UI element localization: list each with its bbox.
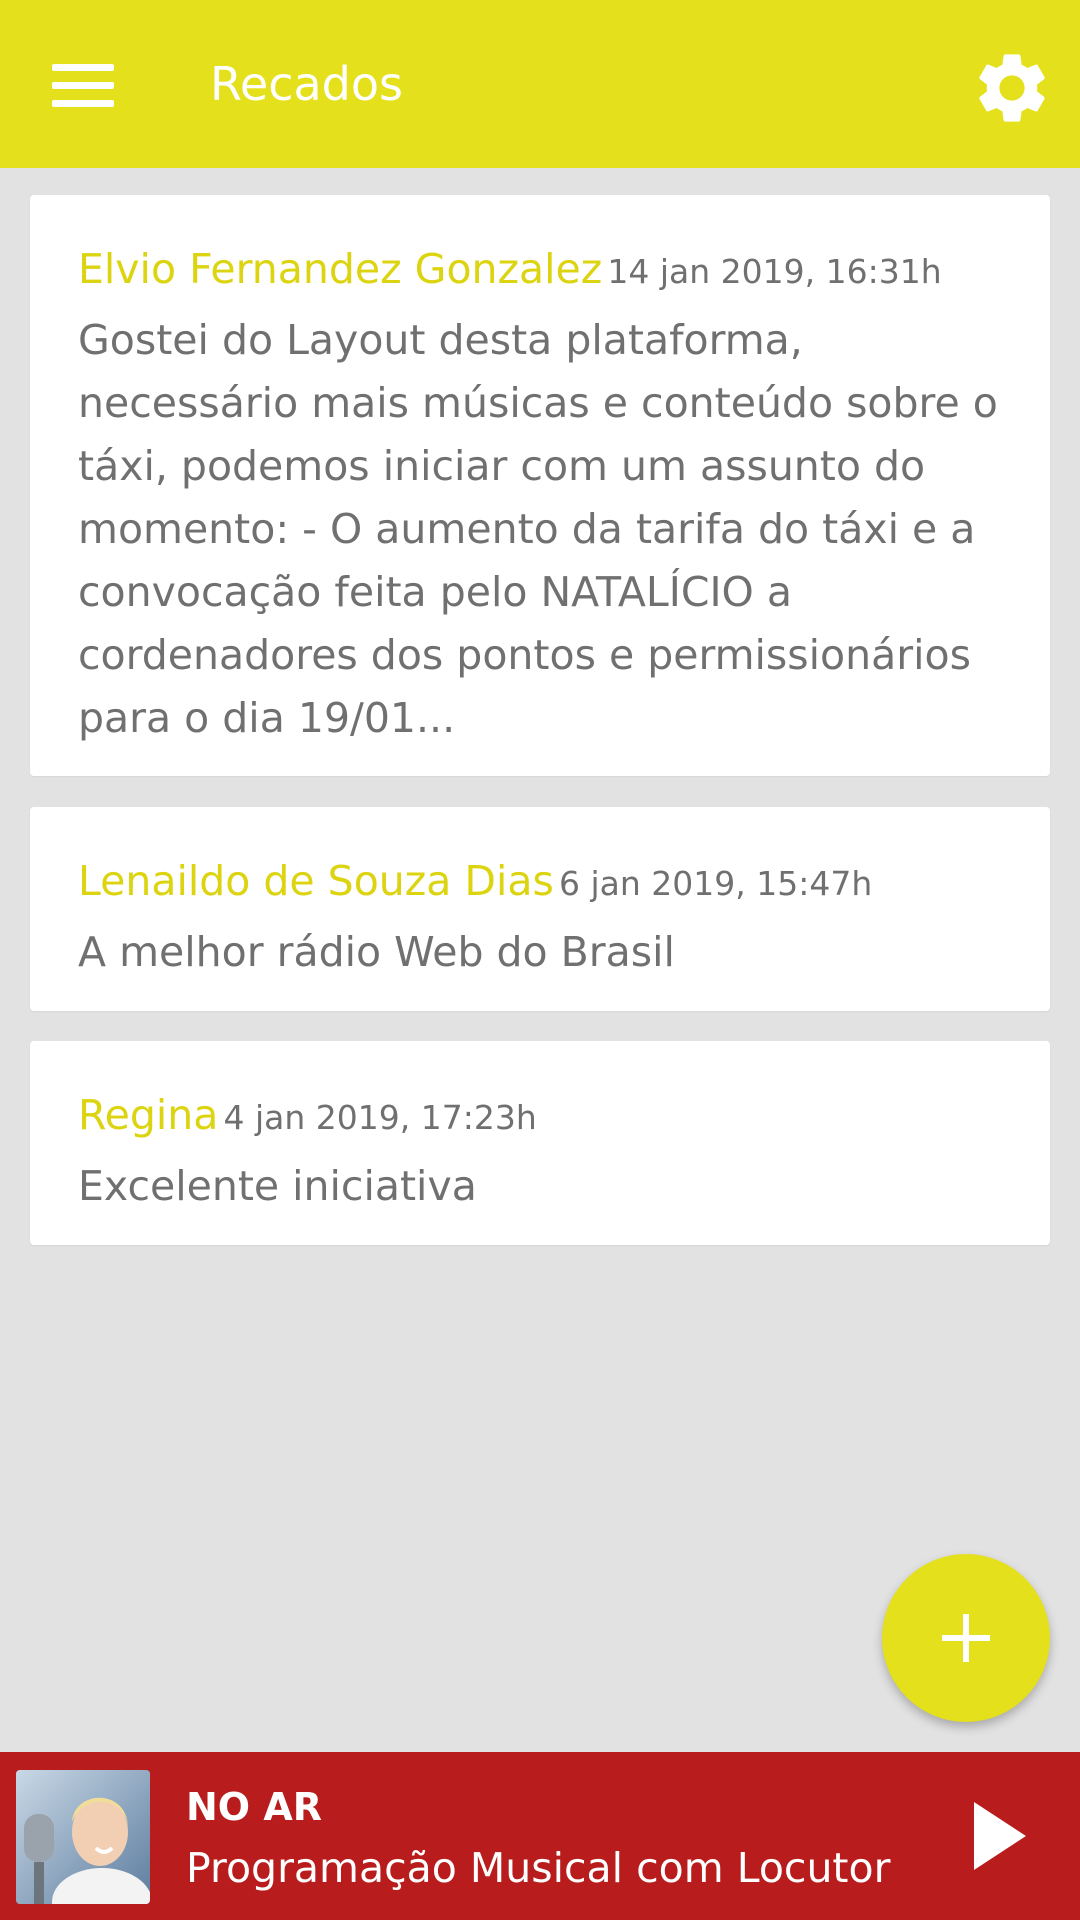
message-card[interactable]: Lenaildo de Souza Dias 6 jan 2019, 15:47… [30, 807, 1050, 1011]
message-text: A melhor rádio Web do Brasil [78, 928, 675, 976]
message-author: Elvio Fernandez Gonzalez [78, 245, 603, 293]
message-text: Excelente iniciativa [78, 1162, 477, 1210]
play-icon[interactable] [960, 1796, 1040, 1876]
message-date: 14 jan 2019, 16:31h [607, 252, 942, 291]
app-bar: Recados [0, 0, 1080, 168]
message-date: 6 jan 2019, 15:47h [558, 864, 873, 903]
message-card[interactable]: Elvio Fernandez Gonzalez 14 jan 2019, 16… [30, 195, 1050, 776]
message-card[interactable]: Regina 4 jan 2019, 17:23h Excelente inic… [30, 1041, 1050, 1245]
message-text: Gostei do Layout desta plataforma, neces… [78, 316, 998, 742]
message-author: Lenaildo de Souza Dias [78, 857, 554, 905]
program-title: Programação Musical com Locutor ... [186, 1844, 906, 1892]
menu-icon[interactable] [48, 58, 118, 112]
now-playing-bar[interactable]: NO AR Programação Musical com Locutor ..… [0, 1752, 1080, 1920]
add-message-button[interactable] [882, 1554, 1050, 1722]
program-thumbnail [16, 1770, 150, 1904]
on-air-label: NO AR [186, 1785, 323, 1829]
page-title: Recados [210, 57, 403, 111]
message-author: Regina [78, 1091, 219, 1139]
gear-icon[interactable] [970, 46, 1054, 130]
message-date: 4 jan 2019, 17:23h [223, 1098, 537, 1137]
